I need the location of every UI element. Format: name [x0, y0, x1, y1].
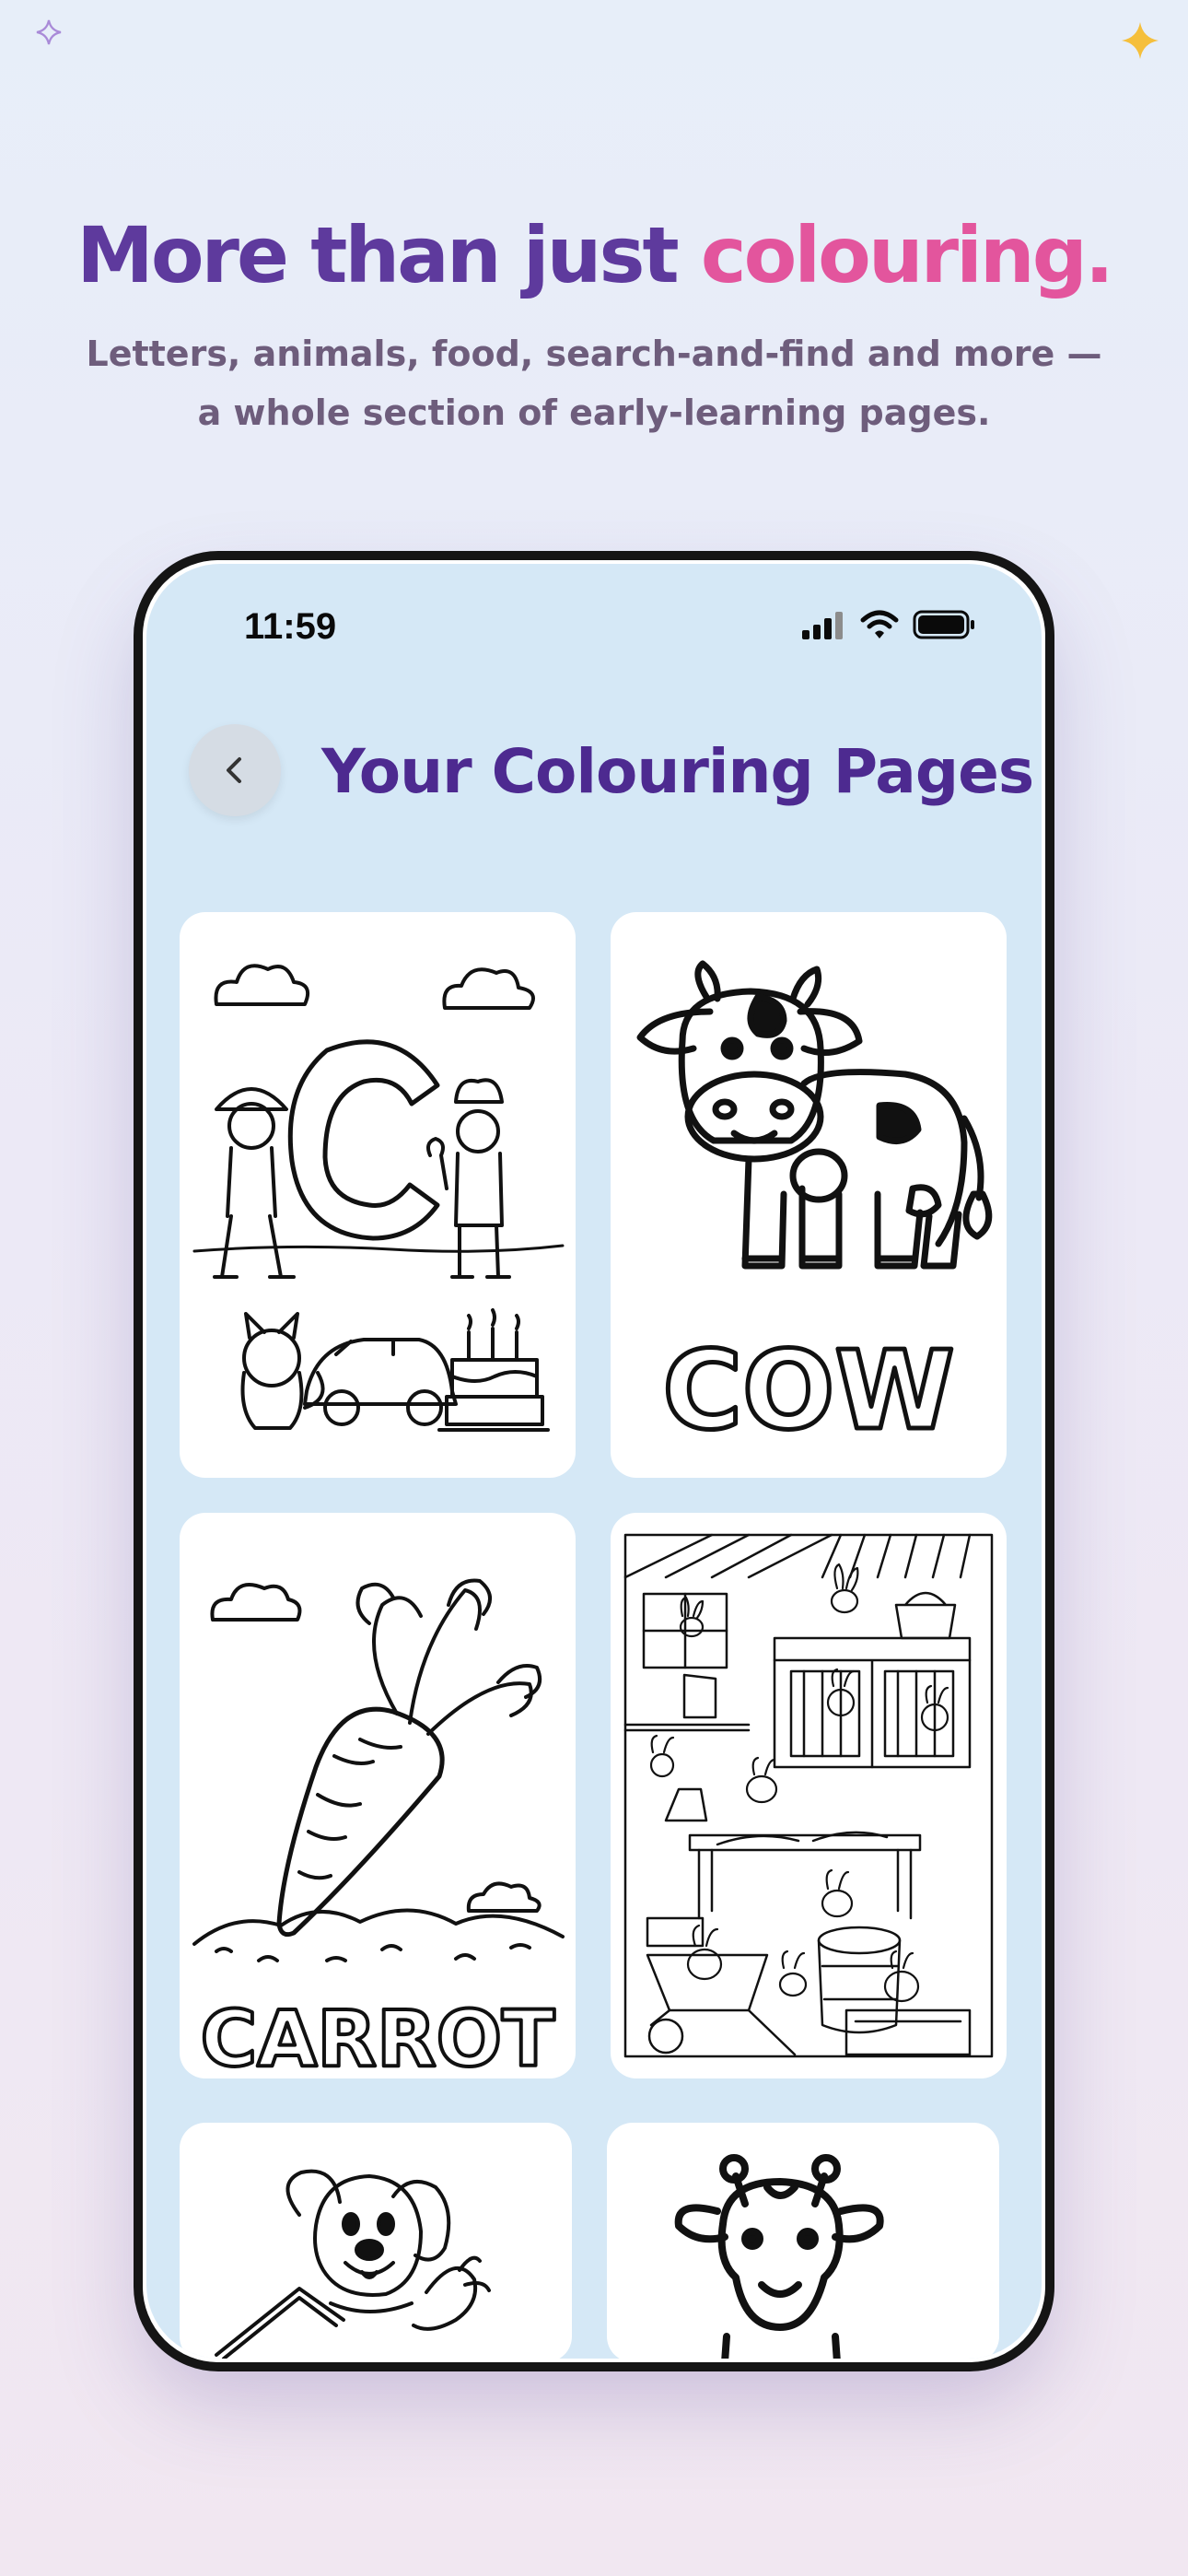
giraffe-illustration: [674, 2154, 884, 2359]
subline-line1: Letters, animals, food, search-and-find …: [86, 334, 1102, 374]
letter-c-illustration: [192, 964, 565, 1432]
page-card-puppy[interactable]: [180, 2123, 572, 2359]
wifi-icon: [860, 610, 899, 638]
phone-screen: 11:59 Your Colouring Pages COW CARROT: [143, 560, 1045, 2362]
cow-word: COW: [662, 1327, 954, 1454]
screen-title: Your Colouring Pages: [321, 736, 1034, 807]
status-icons: [800, 610, 977, 639]
puppy-illustration: [215, 2169, 491, 2359]
back-button[interactable]: [189, 724, 281, 816]
page-card-cow[interactable]: COW: [611, 912, 1007, 1478]
signal-icon: [802, 612, 843, 639]
cow-illustration: COW: [636, 960, 993, 1457]
page-card-carrot[interactable]: CARROT: [180, 1513, 576, 2078]
chevron-left-icon: [227, 757, 241, 783]
rabbit-barn-illustration: [623, 1533, 994, 2058]
phone-frame: 11:59 Your Colouring Pages COW CARROT: [134, 551, 1054, 2371]
status-time: 11:59: [244, 606, 337, 647]
headline-part2: colouring.: [700, 210, 1114, 300]
sparkle-icon: [36, 19, 62, 45]
sparkle-icon: [1122, 22, 1159, 59]
carrot-illustration: CARROT: [192, 1578, 565, 2078]
hero-headline: More than just colouring.: [0, 205, 1188, 306]
hero-subline: Letters, animals, food, search-and-find …: [0, 324, 1188, 442]
page-card-rabbit-barn[interactable]: [611, 1513, 1007, 2078]
battery-icon: [913, 610, 974, 639]
page-card-giraffe[interactable]: [607, 2123, 999, 2359]
headline-part1: More than just: [76, 210, 701, 300]
page-card-letter-c[interactable]: [180, 912, 576, 1478]
carrot-word: CARROT: [201, 1994, 555, 2078]
subline-line2: a whole section of early-learning pages.: [197, 392, 991, 433]
